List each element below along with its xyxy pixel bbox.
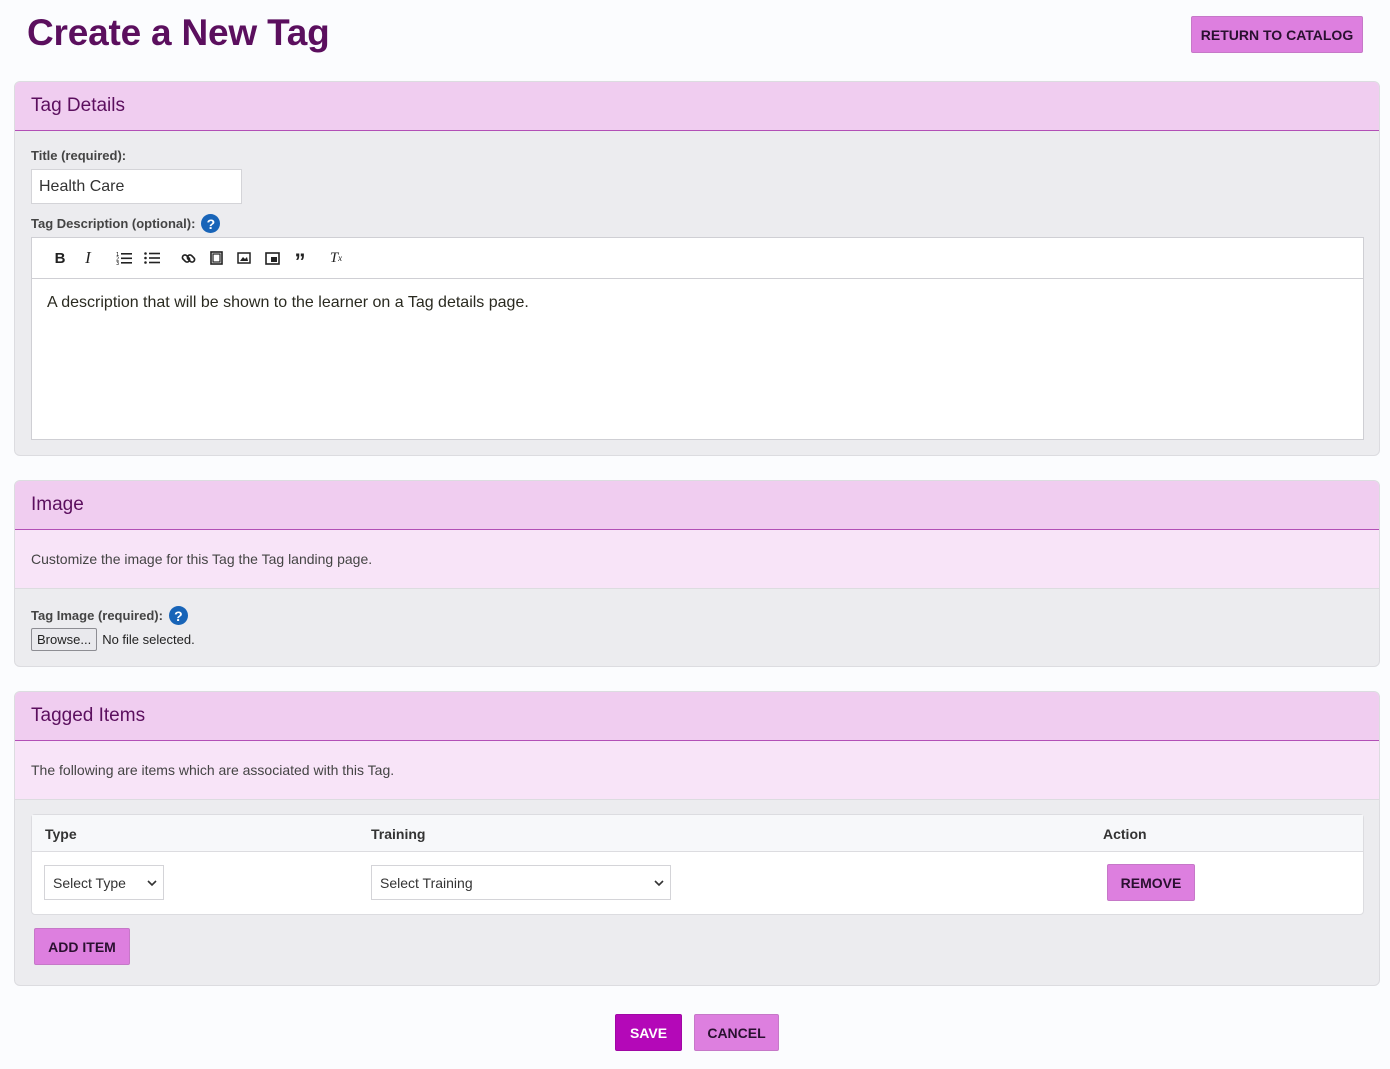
tag-details-card: Tag Details Title (required): Tag Descri… (14, 81, 1380, 456)
italic-icon[interactable]: I (74, 244, 102, 272)
tagged-items-table: Type Training Action Select Type Select … (31, 814, 1364, 915)
quote-icon[interactable]: ” (286, 244, 314, 274)
image-icon[interactable] (230, 244, 258, 272)
add-item-button[interactable]: ADD ITEM (34, 928, 130, 965)
table-header: Type Training Action (32, 815, 1363, 852)
editor-toolbar: B I 123 ” Tx (32, 238, 1363, 279)
tag-image-label-text: Tag Image (required): (31, 608, 163, 623)
chevron-down-icon (654, 876, 664, 890)
clear-format-icon[interactable]: Tx (322, 244, 350, 272)
svg-text:3: 3 (116, 261, 119, 265)
description-text[interactable]: A description that will be shown to the … (32, 279, 1363, 327)
description-label-text: Tag Description (optional): (31, 216, 196, 231)
tag-image-label: Tag Image (required): ? (31, 606, 188, 625)
image-subtitle: Customize the image for this Tag the Tag… (15, 530, 1379, 589)
ordered-list-icon[interactable]: 123 (110, 244, 138, 272)
save-button[interactable]: SAVE (615, 1014, 682, 1051)
training-select-value: Select Training (380, 874, 473, 891)
tagged-items-card: Tagged Items The following are items whi… (14, 691, 1380, 986)
type-select-value: Select Type (53, 874, 126, 891)
file-status: No file selected. (102, 632, 195, 647)
training-select[interactable]: Select Training (371, 865, 671, 900)
embed-icon[interactable] (258, 244, 286, 272)
link-icon[interactable] (174, 244, 202, 272)
title-label: Title (required): (31, 148, 126, 163)
table-row: Select Type Select Training REMOVE (32, 852, 1363, 914)
title-input[interactable] (31, 169, 242, 204)
tag-details-header: Tag Details (15, 82, 1379, 131)
return-to-catalog-button[interactable]: RETURN TO CATALOG (1191, 16, 1363, 53)
page-title: Create a New Tag (27, 12, 330, 53)
column-training: Training (371, 826, 426, 842)
help-icon[interactable]: ? (168, 606, 188, 625)
image-card: Image Customize the image for this Tag t… (14, 480, 1380, 667)
column-type: Type (45, 826, 77, 842)
title-label-text: Title (required): (31, 148, 127, 163)
image-header: Image (15, 481, 1379, 530)
file-input: Browse... No file selected. (31, 628, 195, 651)
bullet-list-icon[interactable] (138, 244, 166, 272)
browse-button[interactable]: Browse... (31, 628, 98, 651)
help-icon[interactable]: ? (201, 214, 221, 233)
cancel-button[interactable]: CANCEL (694, 1014, 779, 1051)
column-action: Action (1103, 826, 1147, 842)
type-select[interactable]: Select Type (44, 865, 164, 900)
remove-button[interactable]: REMOVE (1107, 864, 1195, 901)
tagged-items-subtitle: The following are items which are associ… (15, 741, 1379, 800)
description-label: Tag Description (optional): ? (31, 214, 221, 233)
video-icon[interactable] (202, 244, 230, 272)
tagged-items-header: Tagged Items (15, 692, 1379, 741)
bold-icon[interactable]: B (46, 244, 74, 272)
chevron-down-icon (147, 876, 157, 890)
description-editor[interactable]: B I 123 ” Tx A description that will be … (31, 237, 1364, 440)
